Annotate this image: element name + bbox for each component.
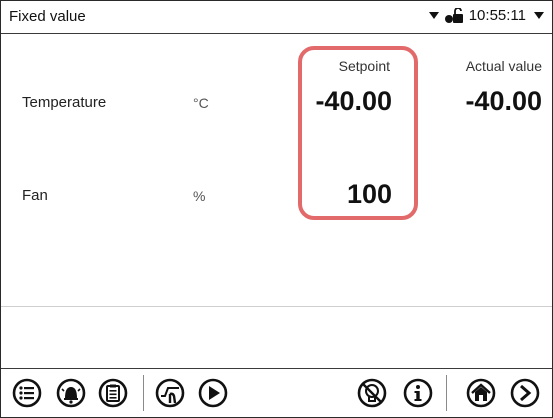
controller-screen: Fixed value 10:55:11 Setpoint Actual val…: [0, 0, 553, 418]
next-icon: [510, 378, 540, 408]
clock: 10:55:11: [468, 7, 526, 24]
setpoint-highlight-frame: [298, 46, 418, 220]
graph-button[interactable]: [154, 377, 186, 409]
toolbar-separator: [143, 375, 144, 411]
service-icon: [357, 378, 387, 408]
dropdown-arrow-icon[interactable]: [428, 12, 439, 19]
bottom-toolbar: [1, 368, 552, 417]
info-icon: [403, 378, 433, 408]
event-list-button[interactable]: [97, 377, 129, 409]
home-button[interactable]: [465, 377, 497, 409]
alarm-button[interactable]: [55, 377, 87, 409]
next-button[interactable]: [509, 377, 541, 409]
header-bar: Fixed value 10:55:11: [1, 1, 552, 34]
event-list-icon: [98, 378, 128, 408]
fan-label: Fan: [22, 187, 48, 204]
temperature-label: Temperature: [22, 94, 107, 111]
toolbar-separator: [446, 375, 447, 411]
menu-button[interactable]: [11, 377, 43, 409]
user-lock-icon[interactable]: [443, 7, 465, 24]
time-dropdown-arrow-icon[interactable]: [534, 12, 544, 19]
alarm-icon: [56, 378, 86, 408]
temperature-actual-value: -40.00: [465, 86, 542, 116]
graph-icon: [155, 378, 185, 408]
actual-value-column-header: Actual value: [465, 58, 542, 74]
start-button[interactable]: [197, 377, 229, 409]
menu-icon: [12, 378, 42, 408]
home-icon: [466, 378, 496, 408]
service-button[interactable]: [356, 377, 388, 409]
status-area: 10:55:11: [428, 7, 544, 24]
temperature-unit: °C: [193, 95, 209, 111]
fan-unit: %: [193, 188, 206, 204]
start-icon: [198, 378, 228, 408]
page-title: Fixed value: [9, 8, 86, 25]
divider-line: [1, 306, 552, 307]
info-button[interactable]: [402, 377, 434, 409]
